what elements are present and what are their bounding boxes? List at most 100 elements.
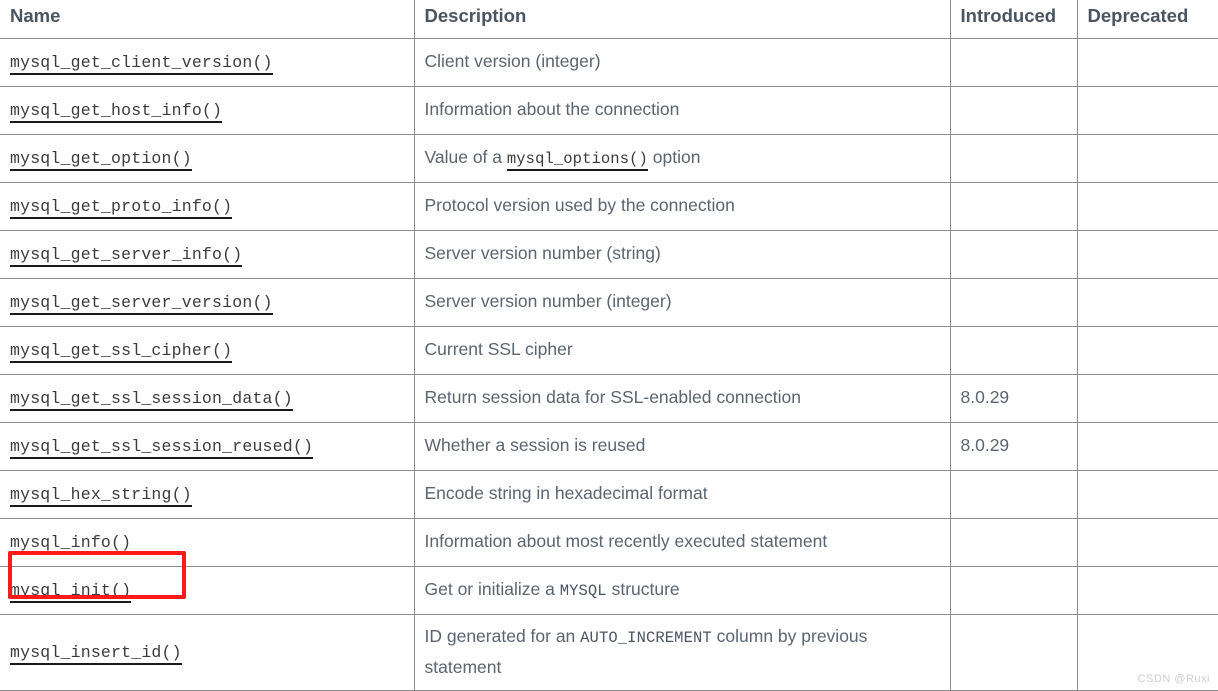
function-link[interactable]: mysql_hex_string() [10, 485, 192, 508]
description-prefix: Client version (integer) [424, 51, 601, 72]
description-prefix: Current SSL cipher [424, 339, 573, 360]
cell-introduced [949, 38, 1078, 87]
cell-function-name: mysql_get_option() [0, 134, 415, 183]
cell-deprecated [1076, 326, 1218, 375]
description-prefix: Whether a session is reused [424, 435, 646, 456]
cell-function-name: mysql_get_server_version() [0, 278, 415, 327]
description-prefix: Protocol version used by the connection [424, 195, 735, 216]
cell-introduced [949, 470, 1078, 519]
function-link[interactable]: mysql_get_ssl_session_reused() [10, 437, 314, 460]
description-prefix: Information about most recently executed… [424, 531, 828, 552]
table-row: mysql_info() Information about most recen… [0, 518, 1218, 567]
description-prefix: Information about the connection [424, 99, 680, 120]
cell-function-name: mysql_get_ssl_session_reused() [0, 422, 415, 471]
cell-deprecated [1076, 134, 1218, 183]
cell-function-name: mysql_insert_id() [0, 614, 415, 691]
description-text: Client version (integer) [425, 51, 601, 71]
cell-function-name: mysql_hex_string() [0, 470, 415, 519]
description-prefix: Server version number (integer) [424, 291, 672, 312]
description-prefix: Get or initialize a [424, 579, 560, 600]
cell-description: ID generated for an AUTO_INCREMENT colum… [413, 614, 951, 691]
table-row: mysql_get_host_info() Information about t… [0, 86, 1218, 135]
function-link[interactable]: mysql_get_server_version() [10, 293, 273, 316]
cell-function-name: mysql_get_ssl_session_data() [0, 374, 415, 423]
cell-description: Encode string in hexadecimal format [413, 470, 951, 519]
description-prefix: Encode string in hexadecimal format [424, 483, 708, 504]
table-row: mysql_get_client_version() Client version… [0, 38, 1218, 87]
cell-introduced [949, 278, 1078, 327]
cell-introduced [949, 326, 1078, 375]
description-text: Server version number (integer) [425, 291, 672, 311]
cell-description: Server version number (integer) [413, 278, 951, 327]
table-row: mysql_get_ssl_session_reused() Whether a … [0, 422, 1218, 471]
cell-deprecated [1076, 86, 1218, 135]
cell-description: Whether a session is reused [413, 422, 951, 471]
cell-function-name: mysql_info() [0, 518, 415, 567]
cell-introduced: 8.0.29 [949, 374, 1078, 423]
table-row: mysql_get_ssl_session_data() Return sessi… [0, 374, 1218, 423]
cell-function-name: mysql_get_ssl_cipher() [0, 326, 415, 375]
cell-deprecated [1076, 182, 1218, 231]
function-link[interactable]: mysql_insert_id() [10, 643, 182, 666]
table-header-row: Name Description Introduced Deprecated [0, 0, 1218, 39]
column-header-name: Name [0, 0, 415, 39]
cell-function-name: mysql_get_client_version() [0, 38, 415, 87]
function-link[interactable]: mysql_get_ssl_session_data() [10, 389, 293, 412]
cell-introduced [949, 230, 1078, 279]
cell-introduced [949, 134, 1078, 183]
table-header: Name Description Introduced Deprecated [0, 0, 1218, 39]
function-link[interactable]: mysql_get_option() [10, 149, 192, 172]
table-row: mysql_insert_id() ID generated for an AUT… [0, 614, 1218, 691]
cell-deprecated [1076, 470, 1218, 519]
table-body: mysql_get_client_version() Client version… [0, 38, 1218, 691]
description-text: Information about most recently executed… [425, 531, 828, 551]
inline-code-link[interactable]: mysql_options() [506, 150, 648, 172]
function-link[interactable]: mysql_get_host_info() [10, 101, 223, 124]
table-row: mysql_get_option() Value of a mysql_optio… [0, 134, 1218, 183]
function-link[interactable]: mysql_get_client_version() [10, 53, 273, 76]
description-text: Get or initialize a MYSQL structure [424, 579, 680, 600]
description-text: Return session data for SSL-enabled conn… [425, 387, 802, 407]
documentation-table-page: Name Description Introduced Deprecated m… [0, 0, 1218, 691]
description-text: Server version number (string) [425, 243, 661, 263]
cell-function-name: mysql_get_proto_info() [0, 182, 415, 231]
cell-function-name: mysql_get_server_info() [0, 230, 415, 279]
cell-description: Get or initialize a MYSQL structure [413, 566, 951, 615]
cell-deprecated [1076, 278, 1218, 327]
table-row: mysql_get_server_version() Server version… [0, 278, 1218, 327]
cell-deprecated [1076, 230, 1218, 279]
function-link[interactable]: mysql_init() [10, 581, 132, 604]
column-header-deprecated: Deprecated [1076, 0, 1218, 39]
table-row: mysql_init() Get or initialize a MYSQL st… [0, 566, 1218, 615]
cell-introduced [949, 518, 1078, 567]
cell-introduced [949, 182, 1078, 231]
column-header-description: Description [413, 0, 951, 39]
table-row: mysql_get_ssl_cipher() Current SSL cipher [0, 326, 1218, 375]
cell-description: Information about most recently executed… [413, 518, 951, 567]
description-text: ID generated for an AUTO_INCREMENT colum… [425, 621, 942, 683]
function-link[interactable]: mysql_info() [10, 533, 132, 556]
cell-description: Client version (integer) [413, 38, 951, 87]
cell-deprecated [1076, 422, 1218, 471]
function-link[interactable]: mysql_get_server_info() [10, 245, 243, 268]
description-text: Protocol version used by the connection [425, 195, 735, 215]
cell-deprecated [1076, 566, 1218, 615]
description-prefix: Return session data for SSL-enabled conn… [424, 387, 802, 408]
description-prefix: Server version number (string) [424, 243, 661, 264]
cell-description: Return session data for SSL-enabled conn… [413, 374, 951, 423]
cell-deprecated [1076, 38, 1218, 87]
csdn-watermark: CSDN @Ruxi [1137, 673, 1210, 685]
inline-code: AUTO_INCREMENT [580, 629, 712, 648]
cell-introduced: 8.0.29 [949, 422, 1078, 471]
description-text: Encode string in hexadecimal format [425, 483, 708, 503]
description-suffix: structure [606, 579, 680, 600]
function-link[interactable]: mysql_get_ssl_cipher() [10, 341, 233, 364]
cell-introduced [949, 86, 1078, 135]
cell-description: Protocol version used by the connection [413, 182, 951, 231]
cell-deprecated [1076, 374, 1218, 423]
cell-description: Server version number (string) [413, 230, 951, 279]
cell-description: Current SSL cipher [413, 326, 951, 375]
function-link[interactable]: mysql_get_proto_info() [10, 197, 233, 220]
cell-description: Value of a mysql_options() option [413, 134, 951, 183]
description-text: Information about the connection [425, 99, 680, 119]
